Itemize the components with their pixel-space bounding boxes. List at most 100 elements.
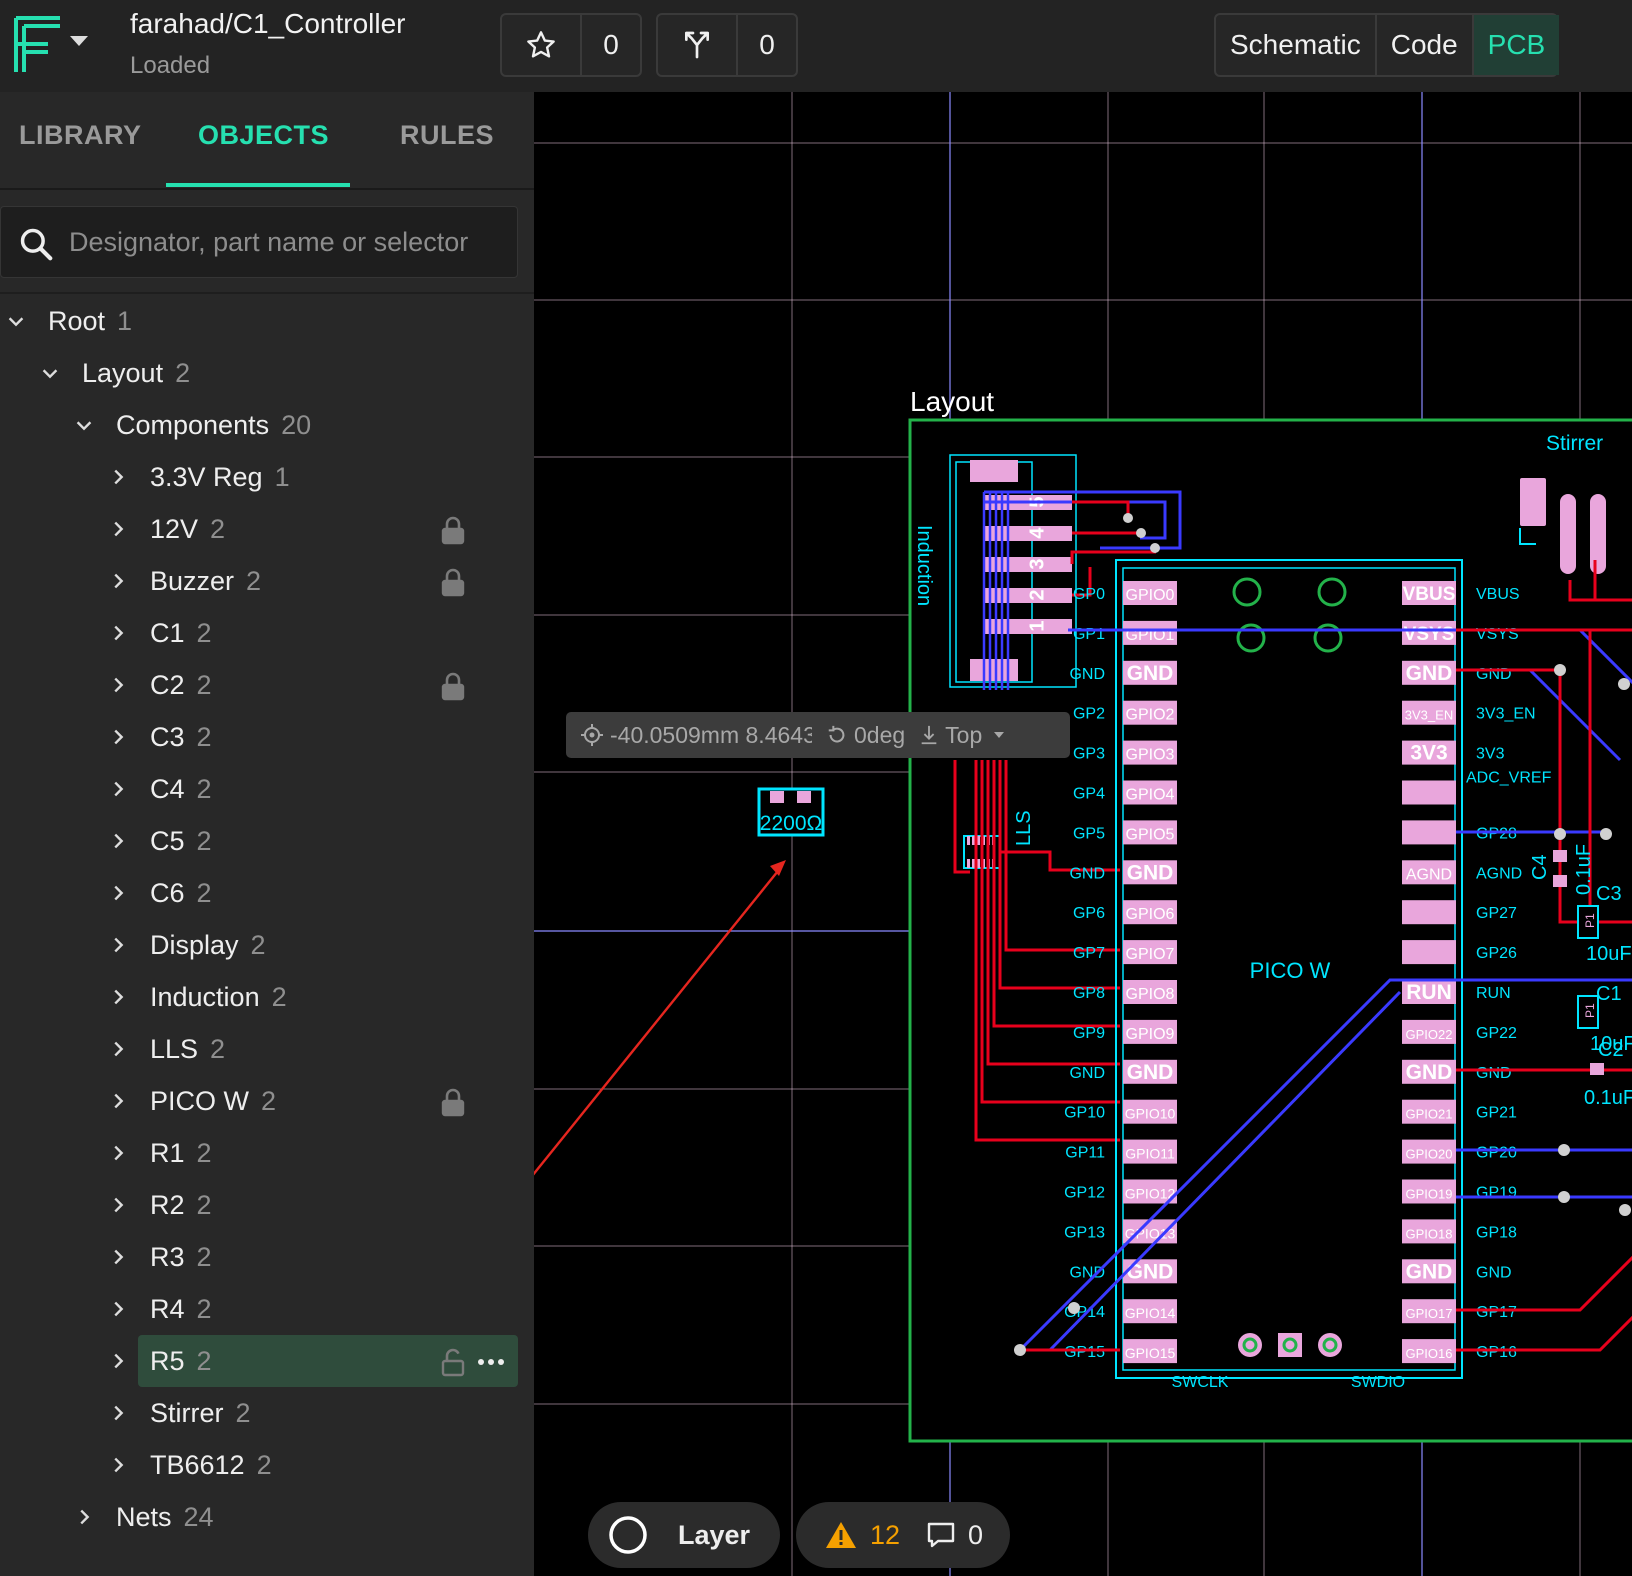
- tree-item-pico-w[interactable]: PICO W 2: [0, 1075, 534, 1127]
- chevron-right-icon[interactable]: [104, 1451, 132, 1479]
- view-pcb-button[interactable]: PCB: [1471, 15, 1560, 75]
- app-menu-caret-icon[interactable]: [70, 36, 88, 46]
- pico-net-label: VSYS: [1476, 626, 1519, 643]
- comment-icon: [927, 1522, 955, 1548]
- tree-item-count: 2: [196, 877, 212, 908]
- active-tab-indicator: [166, 183, 350, 187]
- tree-item-c1[interactable]: C1 2: [0, 607, 534, 659]
- tree-item-induction[interactable]: Induction 2: [0, 971, 534, 1023]
- pico-pad-label: GPIO9: [1126, 1026, 1175, 1043]
- chevron-right-icon[interactable]: [104, 567, 132, 595]
- chevron-down-icon: [994, 732, 1005, 738]
- position-field[interactable]: -40.0509mm 8.4643mm: [580, 722, 812, 749]
- tab-rules[interactable]: RULES: [400, 120, 494, 151]
- tab-objects[interactable]: OBJECTS: [198, 120, 329, 151]
- chevron-right-icon[interactable]: [104, 983, 132, 1011]
- pico-pad-label: GPIO14: [1125, 1305, 1176, 1321]
- tree-item-label: C1: [150, 617, 185, 648]
- tree-item-c2[interactable]: C2 2: [0, 659, 534, 711]
- chevron-right-icon[interactable]: [104, 515, 132, 543]
- chevron-right-icon[interactable]: [104, 1087, 132, 1115]
- side-select[interactable]: Top: [919, 722, 1005, 749]
- tree-root[interactable]: Root 1: [0, 295, 534, 347]
- chevron-down-icon[interactable]: [2, 307, 30, 335]
- tree-components[interactable]: Components 20: [0, 399, 534, 451]
- tree-item-tb6612[interactable]: TB6612 2: [0, 1439, 534, 1491]
- stirrer-pad: [1560, 494, 1576, 574]
- tree-item-r5[interactable]: R5 2: [0, 1335, 534, 1387]
- tree-item-12v[interactable]: 12V 2: [0, 503, 534, 555]
- c4-pad: [1553, 875, 1567, 887]
- view-schematic-button[interactable]: Schematic: [1216, 15, 1375, 75]
- lock-icon[interactable]: [440, 1087, 466, 1124]
- tree-item-buzzer[interactable]: Buzzer 2: [0, 555, 534, 607]
- chevron-down-icon[interactable]: [36, 359, 64, 387]
- tree-item-3-3v-reg[interactable]: 3.3V Reg 1: [0, 451, 534, 503]
- sidebar-tabs: LIBRARY OBJECTS RULES: [0, 92, 534, 190]
- chevron-right-icon[interactable]: [104, 1035, 132, 1063]
- tab-library[interactable]: LIBRARY: [19, 120, 142, 151]
- stirrer-label: Stirrer: [1546, 432, 1603, 455]
- chevron-right-icon[interactable]: [104, 1139, 132, 1167]
- tree-layout[interactable]: Layout 2: [0, 347, 534, 399]
- lock-icon[interactable]: [440, 671, 466, 708]
- tree-item-lls[interactable]: LLS 2: [0, 1023, 534, 1075]
- pico-pad-label: GND: [1127, 1061, 1174, 1084]
- issues-button[interactable]: 12 0: [796, 1502, 1010, 1568]
- pico-pad-label: GPIO6: [1126, 906, 1175, 923]
- lock-icon[interactable]: [440, 515, 466, 552]
- pico-pad-label: GPIO19: [1406, 1187, 1453, 1202]
- pcb-canvas[interactable]: Layout Stirrer Induction 5 4 3 2 1 LLS PICO W SWCL…: [534, 92, 1632, 1576]
- tree-item-count: 2: [196, 1293, 212, 1324]
- tree-item-c3[interactable]: C3 2: [0, 711, 534, 763]
- unlock-icon[interactable]: [440, 1347, 466, 1384]
- tree-item-display[interactable]: Display 2: [0, 919, 534, 971]
- pico-net-label: RUN: [1476, 985, 1511, 1002]
- pico-pad-label: GPIO12: [1125, 1186, 1176, 1202]
- layer-button[interactable]: Layer: [588, 1502, 780, 1568]
- tree-item-c4[interactable]: C4 2: [0, 763, 534, 815]
- pico-pad-label: GPIO0: [1126, 587, 1175, 604]
- view-code-button[interactable]: Code: [1374, 15, 1472, 75]
- chevron-right-icon[interactable]: [104, 1243, 132, 1271]
- app-logo-icon[interactable]: [12, 14, 64, 76]
- chevron-right-icon[interactable]: [104, 827, 132, 855]
- lock-icon[interactable]: [440, 567, 466, 604]
- tree-item-c5[interactable]: C5 2: [0, 815, 534, 867]
- chevron-right-icon[interactable]: [104, 619, 132, 647]
- warning-count: 12: [870, 1519, 901, 1550]
- chevron-right-icon[interactable]: [104, 463, 132, 491]
- chevron-right-icon[interactable]: [104, 931, 132, 959]
- pcb-drawing[interactable]: LayoutStirrerInduction54321LLSPICO WSWCL…: [534, 92, 1632, 1576]
- pico-pad: [1402, 940, 1456, 965]
- tree-item-r2[interactable]: R2 2: [0, 1179, 534, 1231]
- chevron-right-icon[interactable]: [104, 723, 132, 751]
- tree-item-r1[interactable]: R1 2: [0, 1127, 534, 1179]
- layout-label: Layout: [910, 386, 994, 417]
- star-button[interactable]: [502, 15, 580, 75]
- chevron-right-icon[interactable]: [104, 671, 132, 699]
- chevron-right-icon[interactable]: [104, 1191, 132, 1219]
- project-name[interactable]: farahad/C1_Controller: [130, 8, 406, 40]
- tree-item-stirrer[interactable]: Stirrer 2: [0, 1387, 534, 1439]
- chevron-down-icon[interactable]: [70, 411, 98, 439]
- rotate-icon: [828, 725, 845, 743]
- chevron-right-icon[interactable]: [104, 1295, 132, 1323]
- chevron-right-icon[interactable]: [104, 879, 132, 907]
- c4-label: C4: [1529, 854, 1551, 880]
- chevron-right-icon[interactable]: [104, 1399, 132, 1427]
- pico-net-label: GP10: [1064, 1105, 1105, 1122]
- search-input[interactable]: [67, 207, 511, 277]
- tree-item-c6[interactable]: C6 2: [0, 867, 534, 919]
- chevron-right-icon[interactable]: [70, 1503, 98, 1531]
- tree-item-r3[interactable]: R3 2: [0, 1231, 534, 1283]
- rotation-field[interactable]: 0deg: [826, 722, 905, 749]
- chevron-right-icon[interactable]: [104, 1347, 132, 1375]
- more-options-icon[interactable]: [478, 1359, 504, 1365]
- tree-item-count: 2: [196, 617, 212, 648]
- chevron-right-icon[interactable]: [104, 775, 132, 803]
- induction-label: Induction: [913, 525, 935, 606]
- tree-nets[interactable]: Nets 24: [0, 1491, 534, 1543]
- tree-item-r4[interactable]: R4 2: [0, 1283, 534, 1335]
- fork-button[interactable]: [658, 15, 736, 75]
